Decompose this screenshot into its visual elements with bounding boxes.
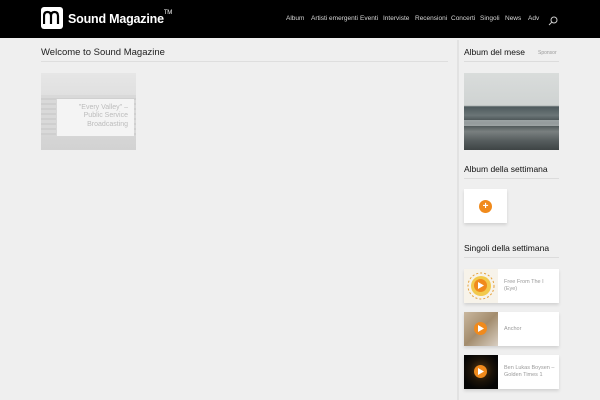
nav-item-news[interactable]: News <box>505 15 521 22</box>
album-del-mese-cover[interactable] <box>464 73 559 150</box>
singoli-della-settimana-heading: Singoli della settimana <box>464 243 550 253</box>
single-cover <box>464 355 498 389</box>
sponsor-label: Sponsor <box>538 50 557 56</box>
brand-name[interactable]: Sound MagazineTM <box>68 10 172 26</box>
top-navigation-bar: Sound MagazineTM Album Artisti emergenti… <box>0 0 600 38</box>
nav-item-recensioni[interactable]: Recensioni <box>415 15 447 22</box>
single-title: Ben Lukas Boysen – Golden Times 1 <box>504 365 555 378</box>
nav-item-singoli[interactable]: Singoli <box>480 15 500 22</box>
single-cover <box>464 269 498 303</box>
sidebar-rule <box>464 178 559 179</box>
album-della-settimana-heading: Album della settimana <box>464 164 548 174</box>
single-title: Free From The I (Eye) <box>504 279 544 292</box>
nav-item-interviste[interactable]: Interviste <box>383 15 409 22</box>
single-cover <box>464 312 498 346</box>
post-caption[interactable]: "Every Valley" – Public Service Broadcas… <box>56 99 134 136</box>
sidebar-rule <box>464 257 559 258</box>
play-icon[interactable] <box>474 365 487 378</box>
cover-image-detail <box>464 120 559 126</box>
nav-item-artisti-emergenti[interactable]: Artisti emergenti <box>311 15 358 22</box>
play-icon[interactable] <box>474 279 487 292</box>
sidebar-rule <box>464 61 559 62</box>
play-icon[interactable] <box>474 322 487 335</box>
single-title: Anchor <box>504 325 522 332</box>
page-title: Welcome to Sound Magazine <box>41 47 165 58</box>
sidebar-divider <box>457 40 459 400</box>
sound-magazine-logo[interactable] <box>41 7 63 29</box>
nav-item-album[interactable]: Album <box>286 15 304 22</box>
nav-item-eventi[interactable]: Eventi <box>360 15 378 22</box>
album-del-mese-heading: Album del mese <box>464 47 525 57</box>
single-item[interactable]: Free From The I (Eye) <box>464 269 559 303</box>
nav-item-adv[interactable]: Adv <box>528 15 539 22</box>
plus-icon[interactable]: + <box>479 200 492 213</box>
single-item[interactable]: Anchor <box>464 312 559 346</box>
search-icon[interactable] <box>548 13 558 26</box>
nav-item-concerti[interactable]: Concerti <box>451 15 475 22</box>
album-settimana-widget[interactable]: + <box>464 189 507 223</box>
title-divider <box>41 61 448 62</box>
single-item[interactable]: Ben Lukas Boysen – Golden Times 1 <box>464 355 559 389</box>
